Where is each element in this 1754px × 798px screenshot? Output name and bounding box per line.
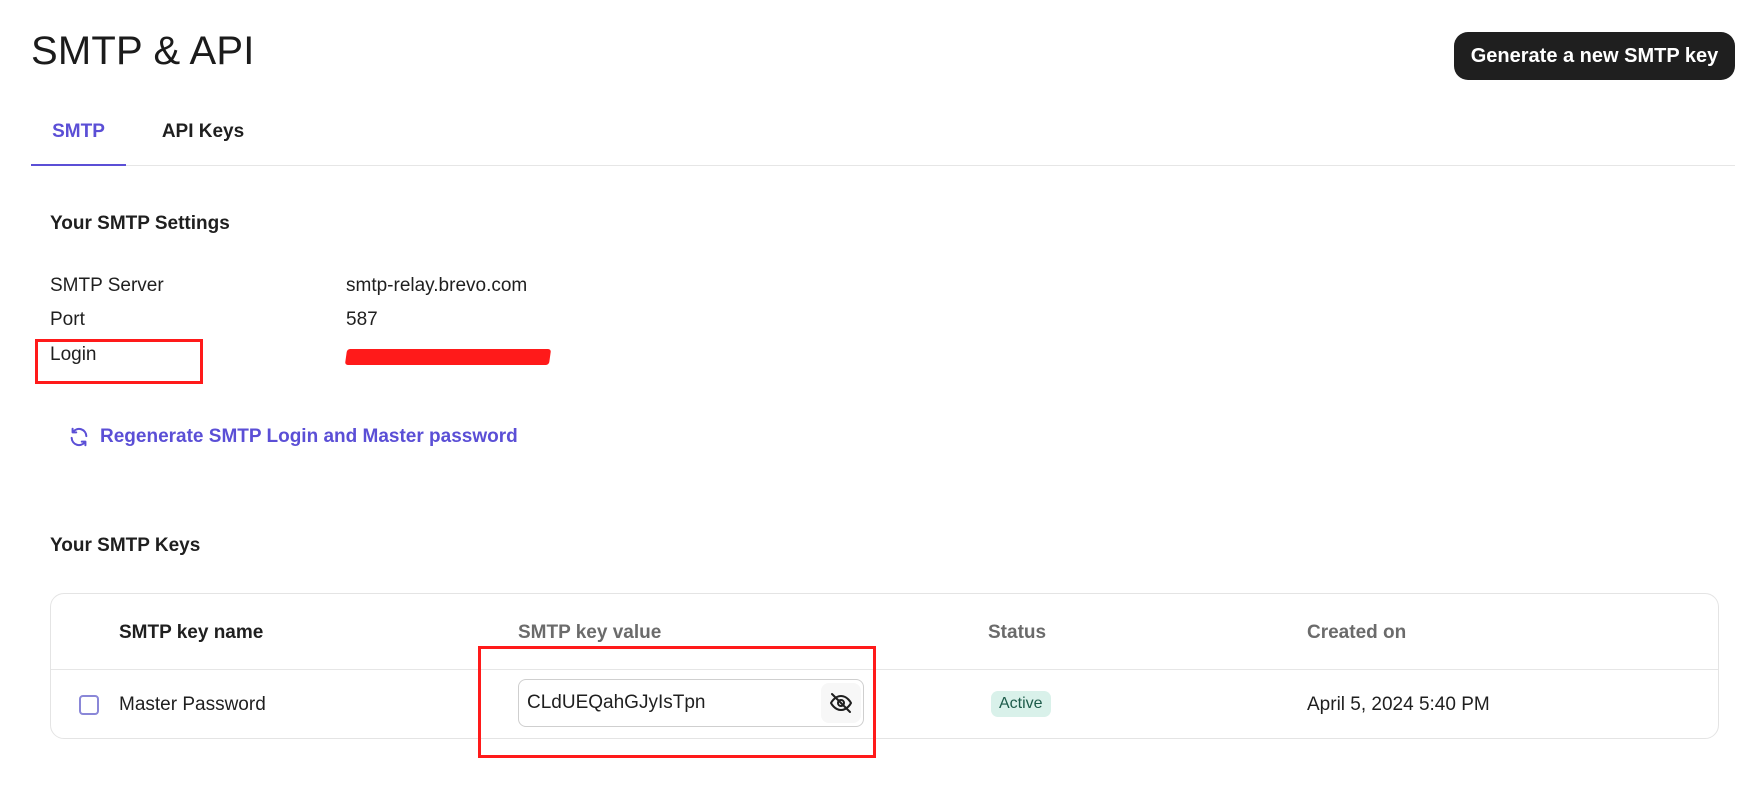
generate-smtp-key-button[interactable]: Generate a new SMTP key <box>1454 32 1735 80</box>
column-header-key-value: SMTP key value <box>518 622 662 643</box>
status-badge: Active <box>991 691 1051 717</box>
key-name-cell: Master Password <box>119 694 266 715</box>
refresh-icon <box>70 427 88 447</box>
regenerate-link-label: Regenerate SMTP Login and Master passwor… <box>100 426 518 447</box>
tab-bar: SMTP API Keys <box>31 110 1735 166</box>
smtp-api-page: SMTP & API Generate a new SMTP key SMTP … <box>0 0 1754 798</box>
column-header-key-name: SMTP key name <box>119 622 264 643</box>
smtp-server-label: SMTP Server <box>50 275 164 296</box>
login-highlight-box <box>35 339 203 384</box>
port-label: Port <box>50 309 85 330</box>
tab-api-keys[interactable]: API Keys <box>143 110 263 166</box>
smtp-server-value: smtp-relay.brevo.com <box>346 275 528 296</box>
created-on-cell: April 5, 2024 5:40 PM <box>1307 694 1490 715</box>
login-redaction-mark <box>344 349 552 365</box>
smtp-keys-table: SMTP key name SMTP key value Status Crea… <box>50 593 1719 739</box>
row-select-checkbox[interactable] <box>79 695 99 715</box>
column-header-status: Status <box>988 622 1047 643</box>
smtp-settings-title: Your SMTP Settings <box>50 213 230 234</box>
tab-smtp[interactable]: SMTP <box>31 110 126 166</box>
smtp-keys-title: Your SMTP Keys <box>50 535 201 556</box>
column-header-created-on: Created on <box>1307 622 1407 643</box>
page-title: SMTP & API <box>31 29 255 73</box>
regenerate-login-link[interactable]: Regenerate SMTP Login and Master passwor… <box>68 423 518 451</box>
table-divider <box>51 669 1718 670</box>
port-value: 587 <box>346 309 378 330</box>
key-value-highlight-box <box>478 646 876 758</box>
